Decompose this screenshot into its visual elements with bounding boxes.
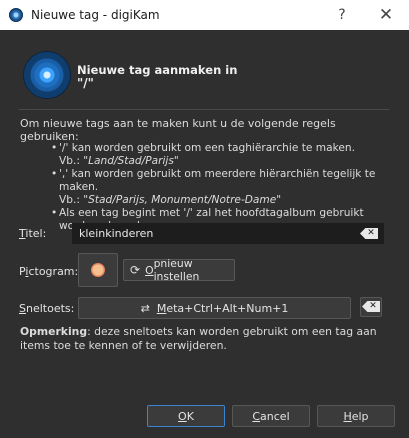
rule-item: • ',' kan worden gebruikt om meerdere hi… [51,168,396,207]
help-rest: elp [351,409,369,423]
cancel-button[interactable]: Cancel [232,405,310,427]
shortcut-value-rest: eta+Ctrl+Alt+Num+1 [166,301,289,315]
bullet: • [51,207,58,219]
example-label: Vb.: [59,194,84,206]
help-icon[interactable]: ? [322,0,362,30]
reset-icon: ⟳ [130,263,141,277]
help-button[interactable]: Help [317,405,395,427]
shortcut-icon: ⇄ [140,301,150,315]
shortcut-label-mnemonic: S [19,302,26,315]
rule-example: Vb.: "Land/Stad/Parijs" [59,155,396,168]
shortcut-value-mnemonic: M [156,301,167,315]
rule-text: ',' kan worden gebruikt om meerdere hiër… [59,168,376,193]
bullet: • [51,142,58,154]
title-bar: Nieuwe tag - digiKam ? ✕ [0,0,409,30]
digikam-icon [9,8,23,22]
window-title: Nieuwe tag - digiKam [31,8,160,22]
tag-new-icon [24,52,70,98]
title-label-rest: itel: [25,227,47,240]
ok-rest: K [186,409,194,423]
face-emoji-icon [91,263,105,277]
icon-label: Pictogram: [19,265,78,278]
dialog-header: Nieuwe tag aanmaken in "/" [20,50,390,102]
reset-label-rest: pnieuw instellen [153,257,200,283]
rule-item: • '/' kan worden gebruikt om een taghiër… [51,142,396,168]
header-title: Nieuwe tag aanmaken in [77,63,238,77]
shortcut-label-rest: neltoets: [25,302,75,315]
example-value: "Stad/Parijs, Monument/Notre-Dame" [83,194,282,206]
ok-mnemonic: O [178,409,187,423]
example-label: Vb.: [59,155,84,167]
cancel-mnemonic: C [252,409,261,423]
intro-text: Om nieuwe tags aan te maken kunt u de vo… [20,117,336,143]
note-bold: Opmerking [20,325,88,338]
ok-button[interactable]: OK [147,405,225,427]
rule-example: Vb.: "Stad/Parijs, Monument/Notre-Dame" [59,194,396,207]
example-value: "Land/Stad/Parijs" [83,155,179,167]
title-input-value: kleinkinderen [79,227,154,240]
rules-list: • '/' kan worden gebruikt om een taghiër… [51,142,396,233]
title-label: Titel: [19,227,46,240]
shortcut-label: Sneltoets: [19,302,74,315]
close-icon[interactable]: ✕ [366,0,406,30]
cancel-rest: ancel [260,409,290,423]
header-path: "/" [77,76,94,90]
note-text: Opmerking: deze sneltoets kan worden geb… [20,325,390,353]
icon-label-rest: ctogram: [28,265,79,278]
shortcut-button[interactable]: ⇄ Meta+Ctrl+Alt+Num+1 [78,297,351,319]
bullet: • [51,168,58,180]
title-input[interactable]: kleinkinderen [72,223,384,244]
reset-label-mnemonic: O [145,263,154,277]
divider [19,109,389,110]
icon-picker-button[interactable] [78,253,118,287]
help-mnemonic: H [343,409,352,423]
rule-text: '/' kan worden gebruikt om een taghiërar… [59,142,355,154]
reset-button[interactable]: ⟳ Opnieuw instellen [123,257,235,283]
